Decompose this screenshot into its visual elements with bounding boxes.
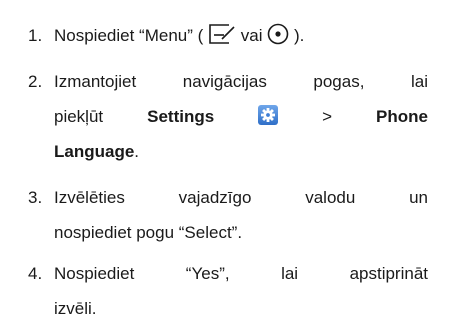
settings-gear-icon — [258, 105, 279, 125]
step-number: 1. — [28, 26, 43, 45]
center-select-icon — [267, 22, 289, 57]
step-4: 4. Nospiediet “Yes”, lai apstiprināt izv… — [28, 256, 428, 326]
arrow-separator: > — [322, 107, 333, 126]
step-2-text-pre: piekļūt — [54, 107, 104, 126]
instruction-document: 1. Nospiediet “Menu” ( vai ). 2. Izmanto… — [0, 0, 450, 334]
step-3-line-2: nospiediet pogu “Select”. — [54, 223, 243, 242]
menu-softkey-icon — [208, 22, 236, 57]
settings-label: Settings — [147, 107, 215, 126]
step-1-text-post: ). — [293, 26, 305, 45]
step-1-text-pre: Nospiediet “Menu” ( — [54, 26, 204, 45]
step-4-line-1: Nospiediet “Yes”, lai apstiprināt — [54, 264, 428, 283]
step-3-line-1: Izvēlēties vajadzīgo valodu un — [54, 188, 428, 207]
step-4-line-2: izvēli. — [54, 299, 97, 318]
step-3: 3. Izvēlēties vajadzīgo valodu un nospie… — [28, 180, 428, 250]
step-number: 2. — [28, 72, 43, 91]
step-number: 4. — [28, 264, 43, 283]
step-1: 1. Nospiediet “Menu” ( vai ). — [28, 18, 428, 57]
phone-label: Phone — [376, 107, 428, 126]
step-2-line-3: Language. — [54, 134, 428, 169]
step-2-end: . — [134, 142, 140, 161]
step-2-line-1: Izmantojiet navigācijas pogas, lai — [54, 72, 428, 91]
language-label: Language — [54, 142, 135, 161]
step-2: 2. Izmantojiet navigācijas pogas, lai pi… — [28, 64, 428, 169]
step-1-text-mid: vai — [240, 26, 263, 45]
step-number: 3. — [28, 188, 43, 207]
step-2-line-2: piekļūt Settings > Phone — [54, 99, 428, 134]
